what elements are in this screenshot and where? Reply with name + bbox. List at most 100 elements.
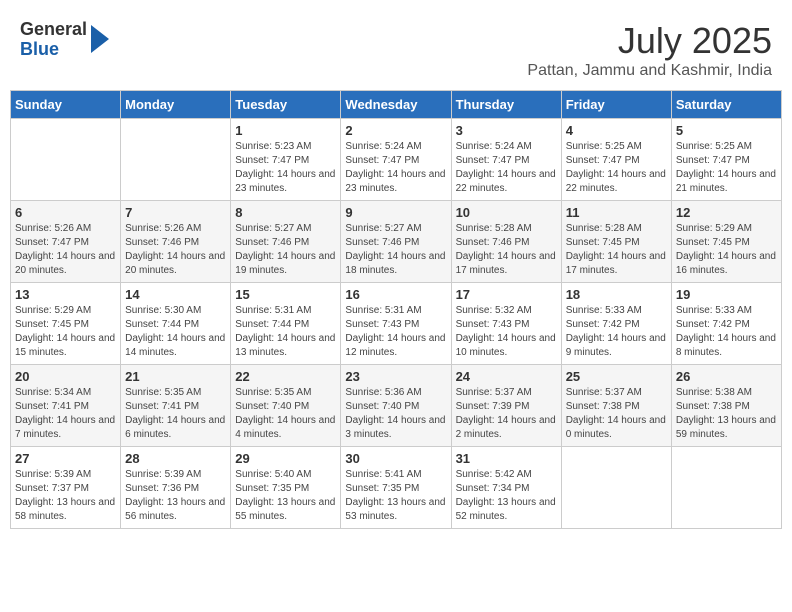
- day-number: 15: [235, 287, 336, 302]
- day-info: Sunrise: 5:24 AM Sunset: 7:47 PM Dayligh…: [345, 140, 446, 196]
- calendar-cell: 12Sunrise: 5:29 AM Sunset: 7:45 PM Dayli…: [671, 201, 781, 283]
- day-number: 13: [15, 287, 116, 302]
- calendar-cell: 6 Sunrise: 5:26 AM Sunset: 7:47 PM Daylig…: [11, 201, 121, 283]
- calendar-cell: 23Sunrise: 5:36 AM Sunset: 7:40 PM Dayli…: [341, 365, 451, 447]
- day-info: Sunrise: 5:26 AM Sunset: 7:47 PM Dayligh…: [15, 222, 116, 278]
- day-of-week-header: Tuesday: [231, 91, 341, 119]
- day-number: 21: [125, 369, 226, 384]
- calendar-week-row: 1 Sunrise: 5:23 AM Sunset: 7:47 PM Daylig…: [11, 119, 782, 201]
- calendar-week-row: 6 Sunrise: 5:26 AM Sunset: 7:47 PM Daylig…: [11, 201, 782, 283]
- calendar-cell: 17Sunrise: 5:32 AM Sunset: 7:43 PM Dayli…: [451, 283, 561, 365]
- location: Pattan, Jammu and Kashmir, India: [527, 62, 772, 80]
- logo-general: General: [20, 20, 87, 40]
- day-info: Sunrise: 5:30 AM Sunset: 7:44 PM Dayligh…: [125, 304, 226, 360]
- day-info: Sunrise: 5:37 AM Sunset: 7:38 PM Dayligh…: [566, 386, 667, 442]
- day-number: 6: [15, 205, 116, 220]
- day-info: Sunrise: 5:34 AM Sunset: 7:41 PM Dayligh…: [15, 386, 116, 442]
- calendar-table: SundayMondayTuesdayWednesdayThursdayFrid…: [10, 90, 782, 529]
- day-info: Sunrise: 5:37 AM Sunset: 7:39 PM Dayligh…: [456, 386, 557, 442]
- day-number: 17: [456, 287, 557, 302]
- day-info: Sunrise: 5:38 AM Sunset: 7:38 PM Dayligh…: [676, 386, 777, 442]
- calendar-cell: 15 Sunrise: 5:31 AM Sunset: 7:44 PM Dayli…: [231, 283, 341, 365]
- day-number: 28: [125, 451, 226, 466]
- day-number: 30: [345, 451, 446, 466]
- calendar-cell: 18Sunrise: 5:33 AM Sunset: 7:42 PM Dayli…: [561, 283, 671, 365]
- day-number: 31: [456, 451, 557, 466]
- day-number: 12: [676, 205, 777, 220]
- calendar-cell: 14 Sunrise: 5:30 AM Sunset: 7:44 PM Dayli…: [121, 283, 231, 365]
- calendar-cell: 24 Sunrise: 5:37 AM Sunset: 7:39 PM Dayli…: [451, 365, 561, 447]
- calendar-cell: 29 Sunrise: 5:40 AM Sunset: 7:35 PM Dayli…: [231, 447, 341, 529]
- day-info: Sunrise: 5:31 AM Sunset: 7:44 PM Dayligh…: [235, 304, 336, 360]
- day-info: Sunrise: 5:23 AM Sunset: 7:47 PM Dayligh…: [235, 140, 336, 196]
- calendar-cell: 11 Sunrise: 5:28 AM Sunset: 7:45 PM Dayli…: [561, 201, 671, 283]
- day-number: 5: [676, 123, 777, 138]
- logo-text: General Blue: [20, 20, 87, 60]
- day-number: 29: [235, 451, 336, 466]
- day-number: 14: [125, 287, 226, 302]
- calendar-cell: 25 Sunrise: 5:37 AM Sunset: 7:38 PM Dayli…: [561, 365, 671, 447]
- calendar-cell: 21 Sunrise: 5:35 AM Sunset: 7:41 PM Dayli…: [121, 365, 231, 447]
- calendar-cell: 20 Sunrise: 5:34 AM Sunset: 7:41 PM Dayli…: [11, 365, 121, 447]
- day-of-week-header: Monday: [121, 91, 231, 119]
- calendar-cell: [11, 119, 121, 201]
- calendar-cell: 19Sunrise: 5:33 AM Sunset: 7:42 PM Dayli…: [671, 283, 781, 365]
- day-number: 18: [566, 287, 667, 302]
- day-info: Sunrise: 5:29 AM Sunset: 7:45 PM Dayligh…: [15, 304, 116, 360]
- calendar-cell: 5 Sunrise: 5:25 AM Sunset: 7:47 PM Daylig…: [671, 119, 781, 201]
- logo: General Blue: [20, 20, 109, 60]
- calendar-cell: 13 Sunrise: 5:29 AM Sunset: 7:45 PM Dayli…: [11, 283, 121, 365]
- day-number: 1: [235, 123, 336, 138]
- day-number: 20: [15, 369, 116, 384]
- day-number: 9: [345, 205, 446, 220]
- day-number: 7: [125, 205, 226, 220]
- calendar-week-row: 27 Sunrise: 5:39 AM Sunset: 7:37 PM Dayli…: [11, 447, 782, 529]
- day-info: Sunrise: 5:35 AM Sunset: 7:41 PM Dayligh…: [125, 386, 226, 442]
- day-info: Sunrise: 5:28 AM Sunset: 7:45 PM Dayligh…: [566, 222, 667, 278]
- calendar-cell: [671, 447, 781, 529]
- title-block: July 2025 Pattan, Jammu and Kashmir, Ind…: [527, 20, 772, 80]
- day-number: 23: [345, 369, 446, 384]
- day-info: Sunrise: 5:39 AM Sunset: 7:36 PM Dayligh…: [125, 468, 226, 524]
- day-number: 27: [15, 451, 116, 466]
- day-number: 25: [566, 369, 667, 384]
- page-header: General Blue July 2025 Pattan, Jammu and…: [10, 10, 782, 85]
- calendar-cell: 31 Sunrise: 5:42 AM Sunset: 7:34 PM Dayli…: [451, 447, 561, 529]
- day-of-week-header: Saturday: [671, 91, 781, 119]
- calendar-cell: 9 Sunrise: 5:27 AM Sunset: 7:46 PM Daylig…: [341, 201, 451, 283]
- calendar-cell: 7 Sunrise: 5:26 AM Sunset: 7:46 PM Daylig…: [121, 201, 231, 283]
- day-info: Sunrise: 5:39 AM Sunset: 7:37 PM Dayligh…: [15, 468, 116, 524]
- day-of-week-header: Wednesday: [341, 91, 451, 119]
- calendar-cell: 2 Sunrise: 5:24 AM Sunset: 7:47 PM Daylig…: [341, 119, 451, 201]
- day-of-week-header: Friday: [561, 91, 671, 119]
- calendar-cell: [561, 447, 671, 529]
- day-number: 22: [235, 369, 336, 384]
- day-number: 2: [345, 123, 446, 138]
- calendar-cell: 30Sunrise: 5:41 AM Sunset: 7:35 PM Dayli…: [341, 447, 451, 529]
- calendar-cell: 10Sunrise: 5:28 AM Sunset: 7:46 PM Dayli…: [451, 201, 561, 283]
- calendar-cell: [121, 119, 231, 201]
- day-number: 4: [566, 123, 667, 138]
- day-number: 16: [345, 287, 446, 302]
- day-info: Sunrise: 5:27 AM Sunset: 7:46 PM Dayligh…: [345, 222, 446, 278]
- calendar-cell: 4 Sunrise: 5:25 AM Sunset: 7:47 PM Daylig…: [561, 119, 671, 201]
- logo-arrow-icon: [91, 25, 109, 53]
- day-of-week-header: Sunday: [11, 91, 121, 119]
- day-number: 24: [456, 369, 557, 384]
- day-info: Sunrise: 5:40 AM Sunset: 7:35 PM Dayligh…: [235, 468, 336, 524]
- day-number: 11: [566, 205, 667, 220]
- day-number: 10: [456, 205, 557, 220]
- calendar-cell: 1 Sunrise: 5:23 AM Sunset: 7:47 PM Daylig…: [231, 119, 341, 201]
- day-info: Sunrise: 5:24 AM Sunset: 7:47 PM Dayligh…: [456, 140, 557, 196]
- day-info: Sunrise: 5:42 AM Sunset: 7:34 PM Dayligh…: [456, 468, 557, 524]
- calendar-cell: 26Sunrise: 5:38 AM Sunset: 7:38 PM Dayli…: [671, 365, 781, 447]
- calendar-cell: 28 Sunrise: 5:39 AM Sunset: 7:36 PM Dayli…: [121, 447, 231, 529]
- day-number: 19: [676, 287, 777, 302]
- calendar-cell: 16 Sunrise: 5:31 AM Sunset: 7:43 PM Dayli…: [341, 283, 451, 365]
- day-info: Sunrise: 5:25 AM Sunset: 7:47 PM Dayligh…: [566, 140, 667, 196]
- calendar-week-row: 13 Sunrise: 5:29 AM Sunset: 7:45 PM Dayli…: [11, 283, 782, 365]
- day-info: Sunrise: 5:31 AM Sunset: 7:43 PM Dayligh…: [345, 304, 446, 360]
- day-number: 8: [235, 205, 336, 220]
- day-info: Sunrise: 5:26 AM Sunset: 7:46 PM Dayligh…: [125, 222, 226, 278]
- day-info: Sunrise: 5:25 AM Sunset: 7:47 PM Dayligh…: [676, 140, 777, 196]
